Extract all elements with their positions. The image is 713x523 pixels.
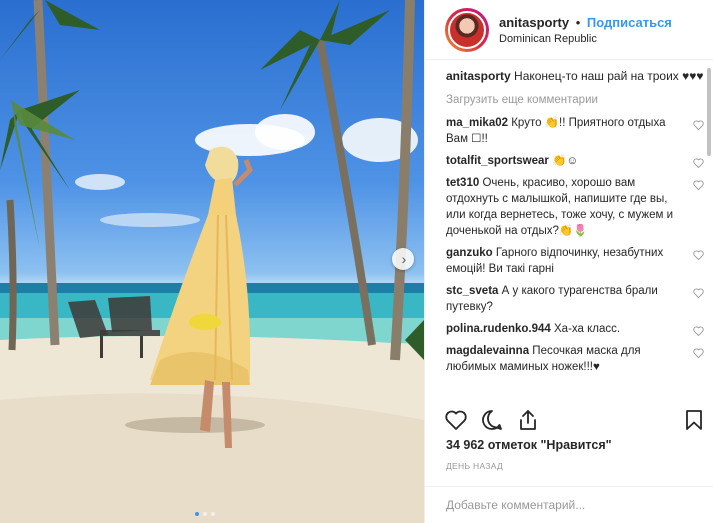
post-timestamp[interactable]: ДЕНЬ НАЗАД <box>446 461 503 471</box>
post-photo[interactable]: › <box>0 0 424 523</box>
comment-username[interactable]: ganzuko <box>446 247 493 259</box>
carousel-dots <box>195 512 215 516</box>
comment-item: stc_sveta А у какого турагенства брали п… <box>446 283 704 315</box>
avatar[interactable] <box>445 7 489 52</box>
heart-icon[interactable] <box>693 120 704 130</box>
comment-item: ganzuko Гарного відпочинку, незабутних е… <box>446 245 704 277</box>
comment-username[interactable]: polina.rudenko.944 <box>446 323 551 335</box>
comment-text: Ха-ха класс. <box>554 323 621 335</box>
comment-username[interactable]: tet310 <box>446 177 479 189</box>
post-actions-bar <box>444 400 706 440</box>
comment-username[interactable]: stc_sveta <box>446 285 498 297</box>
avatar-image <box>448 10 486 49</box>
post-author-username[interactable]: anitasporty <box>499 15 569 30</box>
comment-text: Очень, красиво, хорошо вам отдохнуть с м… <box>446 177 673 237</box>
separator-dot: • <box>575 14 581 30</box>
comment-item: totalfit_sportswear 👏☺ <box>446 153 704 169</box>
bookmark-icon[interactable] <box>682 408 706 432</box>
load-more-comments-button[interactable]: Загрузить еще комментарии <box>446 94 704 106</box>
add-comment-bar <box>424 486 713 523</box>
post-header: anitasporty • Подписаться Dominican Repu… <box>425 0 713 60</box>
comments-list: anitasporty Наконец-то наш рай на троих … <box>446 68 704 381</box>
comment-username[interactable]: ma_mika02 <box>446 117 508 129</box>
heart-icon[interactable] <box>693 180 704 190</box>
heart-icon[interactable] <box>693 288 704 298</box>
add-comment-input[interactable] <box>446 498 696 512</box>
likes-count[interactable]: 34 962 отметок "Нравится" <box>446 438 612 452</box>
share-icon[interactable] <box>516 408 540 432</box>
comment-icon[interactable] <box>480 408 504 432</box>
carousel-dot-active <box>195 512 199 516</box>
caption-text: Наконец-то наш рай на троих ♥♥♥ <box>514 69 704 83</box>
post-caption: anitasporty Наконец-то наш рай на троих … <box>446 68 704 84</box>
comment-item: magdalevainna Песочкая маска для любимых… <box>446 343 704 375</box>
follow-button[interactable]: Подписаться <box>587 15 672 30</box>
comment-text: 👏☺ <box>552 155 579 167</box>
heart-icon[interactable] <box>693 326 704 336</box>
next-photo-button[interactable]: › <box>392 248 414 270</box>
carousel-dot <box>203 512 207 516</box>
chevron-right-icon: › <box>401 251 407 267</box>
heart-icon[interactable] <box>693 250 704 260</box>
carousel-dot <box>211 512 215 516</box>
comment-item: ma_mika02 Круто 👏!! Приятного отдыха Вам… <box>446 115 704 147</box>
comments-scrollbar[interactable] <box>707 68 711 156</box>
post-location[interactable]: Dominican Republic <box>499 33 672 45</box>
comment-username[interactable]: totalfit_sportswear <box>446 155 549 167</box>
caption-username[interactable]: anitasporty <box>446 69 511 83</box>
comment-item: polina.rudenko.944 Ха-ха класс. <box>446 321 704 337</box>
comment-item: tet310 Очень, красиво, хорошо вам отдохн… <box>446 175 704 239</box>
beach-scene-image <box>0 0 424 523</box>
heart-icon[interactable] <box>444 408 468 432</box>
comment-username[interactable]: magdalevainna <box>446 345 529 357</box>
heart-icon[interactable] <box>693 348 704 358</box>
heart-icon[interactable] <box>693 158 704 168</box>
